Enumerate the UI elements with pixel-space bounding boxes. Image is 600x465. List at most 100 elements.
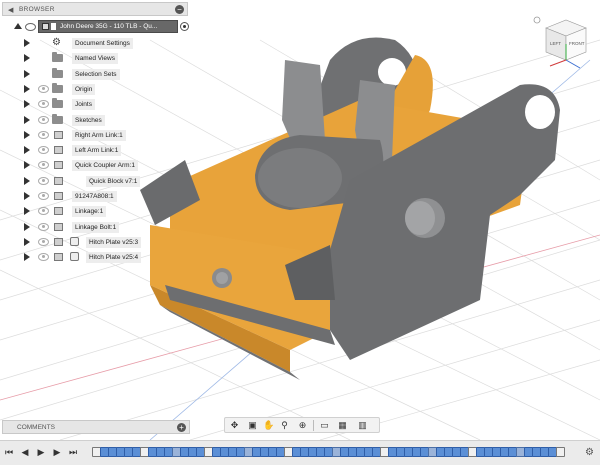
- browser-item[interactable]: ⚭Quick Block v7:1: [24, 175, 188, 188]
- timeline-bar: ⏮ ◀ ▶ ▶ ⏭ ⚙: [0, 440, 600, 465]
- component-icon: [54, 207, 63, 216]
- eye-icon[interactable]: [38, 237, 49, 246]
- play-icon[interactable]: ▶: [36, 447, 46, 457]
- lock-icon: [70, 236, 79, 246]
- browser-minimize-icon[interactable]: −: [175, 5, 184, 14]
- expand-icon[interactable]: [24, 54, 30, 63]
- home-icon: [533, 16, 541, 24]
- browser-item[interactable]: ⚭Hitch Plate v25:3: [24, 236, 188, 249]
- expand-icon[interactable]: [24, 39, 30, 47]
- expand-icon[interactable]: [24, 146, 30, 155]
- eye-icon[interactable]: [38, 115, 49, 124]
- eye-icon[interactable]: [38, 84, 49, 93]
- component-icon: [54, 161, 63, 170]
- browser-item-label: Joints: [72, 99, 95, 111]
- browser-item[interactable]: ⚙ Document Settings: [24, 37, 188, 50]
- eye-icon[interactable]: [38, 192, 49, 200]
- viewcube-left: LEFT: [550, 41, 561, 46]
- view-cube[interactable]: LEFT FRONT: [530, 8, 596, 74]
- browser-item[interactable]: Right Arm Link:1: [24, 129, 188, 142]
- folder-icon: [52, 52, 63, 63]
- browser-item[interactable]: Quick Coupler Arm:1: [24, 159, 188, 172]
- browser-item-label: 91247A808:1: [72, 191, 117, 202]
- go-to-end-icon[interactable]: ⏭: [68, 447, 78, 457]
- expand-icon[interactable]: [24, 100, 30, 109]
- folder-icon: [52, 113, 63, 124]
- browser-item-label: Right Arm Link:1: [72, 129, 126, 141]
- eye-icon[interactable]: [38, 146, 49, 155]
- comments-panel[interactable]: COMMENTS +: [2, 420, 190, 434]
- expand-icon[interactable]: [24, 237, 30, 246]
- eye-icon[interactable]: [38, 207, 49, 216]
- expand-icon[interactable]: [24, 84, 30, 93]
- eye-icon[interactable]: [25, 23, 36, 31]
- collapse-icon[interactable]: ◀: [8, 6, 13, 14]
- add-comment-icon[interactable]: +: [177, 423, 186, 432]
- eye-icon[interactable]: [38, 161, 49, 170]
- eye-icon[interactable]: [38, 222, 49, 231]
- zoom-icon[interactable]: ⚲: [279, 420, 290, 431]
- component-icon: [54, 130, 63, 139]
- comments-title: COMMENTS: [17, 424, 55, 431]
- browser-item-label: Quick Block v7:1: [86, 175, 141, 187]
- step-back-icon[interactable]: ◀: [20, 447, 30, 457]
- browser-panel: ◀ BROWSER − John Deere 35G - 110 TLB - Q…: [0, 0, 189, 265]
- browser-item-label: Named Views: [72, 53, 118, 65]
- browser-item[interactable]: Linkage:1: [24, 205, 188, 218]
- canvas-viewport[interactable]: ◀ BROWSER − John Deere 35G - 110 TLB - Q…: [0, 0, 600, 440]
- root-component[interactable]: John Deere 35G - 110 TLB - Qu...: [38, 20, 178, 33]
- expand-icon[interactable]: [24, 130, 30, 139]
- browser-item-label: Hitch Plate v25:4: [86, 252, 142, 264]
- browser-item[interactable]: Left Arm Link:1: [24, 144, 188, 157]
- look-at-icon[interactable]: ▣: [247, 420, 258, 431]
- browser-item[interactable]: Linkage Bolt:1: [24, 221, 188, 234]
- browser-item-label: Linkage Bolt:1: [72, 221, 120, 233]
- expand-icon[interactable]: [24, 222, 30, 231]
- orbit-icon[interactable]: ✥: [229, 420, 240, 431]
- gear-icon: ⚙: [52, 37, 61, 48]
- browser-item[interactable]: Selection Sets: [24, 67, 188, 81]
- browser-item[interactable]: Named Views: [24, 52, 188, 65]
- expand-icon[interactable]: [24, 207, 30, 216]
- browser-item[interactable]: ⚭Hitch Plate v25:4: [24, 251, 188, 264]
- component-icon: [54, 176, 63, 185]
- lock-icon: [70, 252, 79, 262]
- grid-settings-icon[interactable]: ▦: [337, 420, 348, 431]
- fit-icon[interactable]: ⊕: [297, 420, 308, 431]
- browser-item-label: Linkage:1: [72, 206, 107, 218]
- eye-icon[interactable]: [38, 130, 49, 139]
- component-icon: [54, 253, 63, 262]
- browser-item[interactable]: Origin: [24, 82, 188, 96]
- viewcube-front: FRONT: [569, 41, 585, 46]
- timeline-feature[interactable]: [556, 447, 565, 457]
- expand-icon[interactable]: [24, 69, 30, 78]
- root-expand-icon[interactable]: [14, 23, 22, 29]
- browser-item-label: Quick Coupler Arm:1: [72, 160, 138, 172]
- step-forward-icon[interactable]: ▶: [52, 447, 62, 457]
- go-to-start-icon[interactable]: ⏮: [4, 447, 14, 457]
- document-icon: [51, 23, 56, 30]
- browser-root[interactable]: John Deere 35G - 110 TLB - Qu...: [14, 20, 189, 33]
- pan-icon[interactable]: ✋: [263, 420, 274, 431]
- display-settings-icon[interactable]: ▭: [319, 420, 330, 431]
- browser-item[interactable]: 91247A808:1: [24, 190, 188, 203]
- expand-icon[interactable]: [24, 192, 30, 200]
- browser-item[interactable]: Sketches: [24, 113, 188, 127]
- component-icon: [54, 192, 63, 200]
- assembly-icon: [42, 23, 49, 30]
- eye-icon[interactable]: [38, 100, 49, 109]
- eye-icon[interactable]: [38, 253, 49, 262]
- expand-icon[interactable]: [24, 176, 30, 185]
- eye-icon[interactable]: [38, 176, 49, 185]
- viewports-icon[interactable]: ▥: [357, 420, 368, 431]
- navigation-bar: ✥ ▣ ✋ ⚲ ⊕ ▭ ▦ ▥: [224, 417, 380, 433]
- browser-item[interactable]: Joints: [24, 98, 188, 111]
- expand-icon[interactable]: [24, 161, 30, 170]
- browser-item-label: Left Arm Link:1: [72, 145, 122, 157]
- timeline-settings-icon[interactable]: ⚙: [585, 447, 594, 458]
- expand-icon[interactable]: [24, 115, 30, 124]
- activate-radio-icon[interactable]: [180, 22, 189, 31]
- browser-item-label: Hitch Plate v25:3: [86, 236, 142, 248]
- browser-header[interactable]: ◀ BROWSER −: [2, 2, 188, 16]
- expand-icon[interactable]: [24, 253, 30, 262]
